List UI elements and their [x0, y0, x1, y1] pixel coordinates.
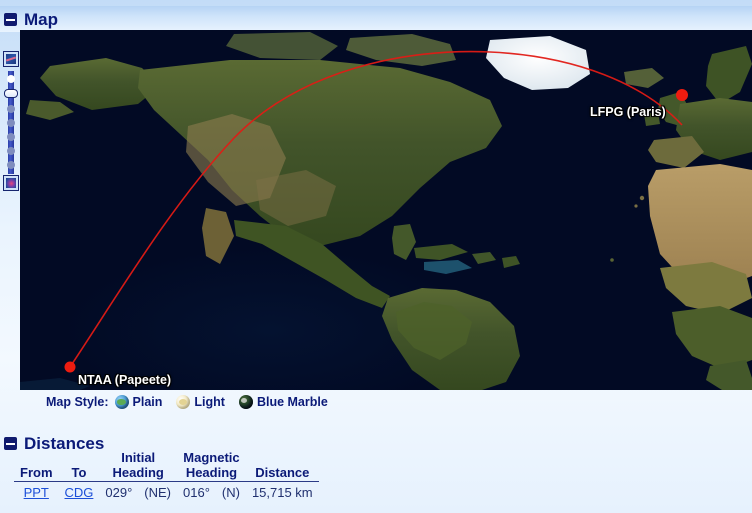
column-header-from: From [14, 450, 59, 482]
map-style-blue-marble-label: Blue Marble [256, 395, 328, 409]
cell-initial-heading-direction: (NE) [144, 485, 171, 500]
map-section-title: Map [24, 9, 58, 29]
column-header-magnetic-heading: Magnetic Heading [177, 450, 246, 482]
map-zoom-slider[interactable] [2, 51, 20, 193]
map-style-option-light[interactable]: Light [176, 395, 225, 409]
zoom-slider-handle[interactable] [4, 89, 18, 98]
map-viewport[interactable]: NTAA (Papeete) LFPG (Paris) [20, 30, 752, 390]
cell-magnetic-heading: 016° [183, 485, 210, 500]
zoom-level-dot-3[interactable] [7, 119, 15, 127]
world-view-icon [6, 54, 16, 64]
map-style-plain-label: Plain [132, 395, 163, 409]
map-collapse-icon[interactable] [4, 12, 17, 26]
distances-table: From To Initial Heading Magnetic Heading… [14, 450, 319, 500]
distances-section-title: Distances [24, 433, 105, 453]
zoom-level-dot-1[interactable] [7, 75, 15, 83]
cell-initial-heading: 029° [105, 485, 133, 500]
cell-distance: 15,715 km [251, 485, 313, 500]
table-row: PPT CDG 029° (NE) 016° (N) 15,715 km [14, 482, 319, 500]
airport-link-from[interactable]: PPT [24, 485, 49, 500]
zoom-in-button[interactable] [3, 175, 19, 191]
column-header-initial-heading: Initial Heading [99, 450, 177, 482]
map-style-light-label: Light [194, 395, 225, 409]
globe-light-icon [176, 395, 191, 409]
column-header-to: To [58, 450, 100, 482]
map-style-bar: Map Style: Plain Light Blue Marble [46, 393, 328, 411]
cell-to: CDG [59, 482, 100, 500]
cell-from: PPT [14, 482, 59, 500]
zoom-level-dot-4[interactable] [7, 133, 15, 141]
marker-label-lfpg: LFPG (Paris) [590, 105, 666, 119]
zoom-out-button[interactable] [3, 51, 19, 67]
map-satellite-imagery [20, 30, 752, 390]
zoom-level-dot-5[interactable] [7, 147, 15, 155]
world-landmasses [20, 32, 752, 390]
map-style-option-blue-marble[interactable]: Blue Marble [238, 395, 328, 409]
map-style-label: Map Style: [46, 395, 109, 409]
distances-collapse-icon[interactable] [4, 436, 17, 450]
map-section-header: Map [0, 6, 752, 32]
airport-link-to[interactable]: CDG [65, 485, 94, 500]
globe-plain-icon [114, 395, 129, 409]
marker-label-ntaa: NTAA (Papeete) [78, 373, 172, 387]
map-style-option-plain[interactable]: Plain [114, 395, 163, 409]
detail-view-icon [6, 178, 16, 188]
cell-magnetic-heading-direction: (N) [221, 485, 240, 500]
globe-blue-marble-icon [238, 395, 253, 409]
zoom-level-dot-6[interactable] [7, 161, 15, 169]
column-header-distance: Distance [245, 450, 319, 482]
table-header-row: From To Initial Heading Magnetic Heading… [14, 450, 319, 482]
zoom-level-dot-2[interactable] [7, 105, 15, 113]
